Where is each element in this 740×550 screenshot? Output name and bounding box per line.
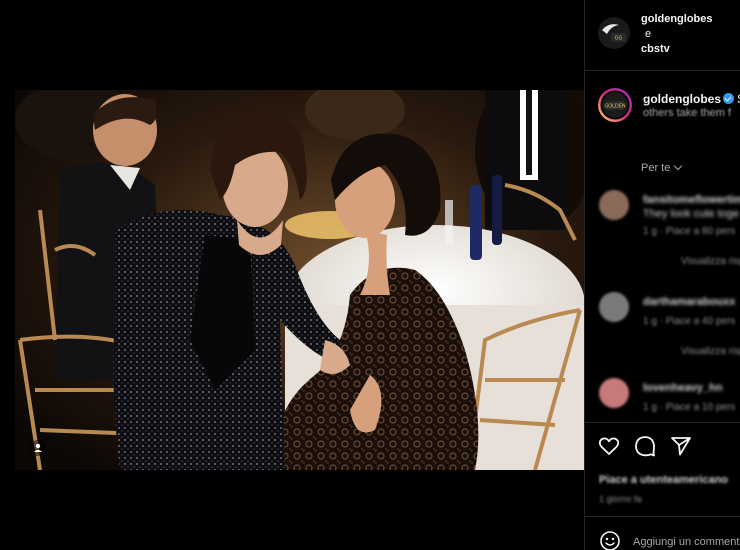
verified-badge-icon [723, 93, 734, 104]
post-photo-art [15, 90, 584, 470]
view-replies-link[interactable]: Visualizza risposte [681, 346, 740, 357]
header-usernames: goldenglobes e cbstv [641, 12, 713, 57]
comment-username[interactable]: lovenheavy_hn [643, 382, 722, 394]
post-photo[interactable] [15, 90, 584, 470]
likes-summary[interactable]: Piace a utenteamericano [599, 474, 728, 486]
sort-label: Per te [641, 162, 671, 174]
comments-sort-dropdown[interactable]: Per te [641, 161, 683, 174]
comment-username[interactable]: darthamarabouxx [643, 296, 735, 308]
comment-meta: 1 g · Piace a 10 pers [643, 402, 736, 413]
header-user-1[interactable]: goldenglobes [641, 12, 713, 27]
comment-username[interactable]: fansitomeflowertime [643, 194, 740, 206]
header-user-2[interactable]: cbstv [641, 42, 713, 57]
view-replies-link[interactable]: Visualizza risposte [681, 256, 740, 267]
person-tag-icon[interactable] [30, 440, 46, 456]
comment-meta: 1 g · Piace a 80 pers [643, 226, 736, 237]
post-date[interactable]: 1 giorno fa [599, 494, 642, 504]
paper-plane-icon[interactable] [669, 434, 693, 458]
actions-divider [585, 422, 740, 423]
caption-avatar[interactable]: GOLDEN [597, 87, 633, 123]
header-divider [585, 70, 740, 71]
svg-text:GOLDEN: GOLDEN [604, 104, 626, 110]
header-conjunction: e [645, 28, 652, 40]
comment-avatar[interactable] [599, 292, 629, 322]
caption-text: others take them f [643, 107, 732, 119]
caption-username[interactable]: goldenglobes [643, 92, 721, 106]
header-avatar[interactable]: GG [597, 16, 631, 50]
chevron-down-icon [674, 161, 683, 171]
heart-icon[interactable] [597, 434, 621, 458]
comment-item: darthamarabouxx 1 g · Piace a 40 pers Vi… [585, 292, 740, 372]
input-divider [585, 516, 740, 517]
comment-item: fansitomeflowertime They look cute toge … [585, 190, 740, 270]
post-sidebar: GG goldenglobes e cbstv GOLDEN goldenglo… [584, 0, 740, 550]
add-comment-input[interactable] [633, 533, 740, 550]
caption-line: goldenglobesS [643, 92, 740, 106]
comment-text: They look cute toge [643, 208, 740, 220]
svg-text:GG: GG [615, 36, 623, 42]
emoji-icon[interactable] [599, 530, 621, 550]
comment-bubble-icon[interactable] [633, 434, 657, 458]
comment-meta: 1 g · Piace a 40 pers [643, 316, 736, 327]
comment-avatar[interactable] [599, 190, 629, 220]
comment-avatar[interactable] [599, 378, 629, 408]
